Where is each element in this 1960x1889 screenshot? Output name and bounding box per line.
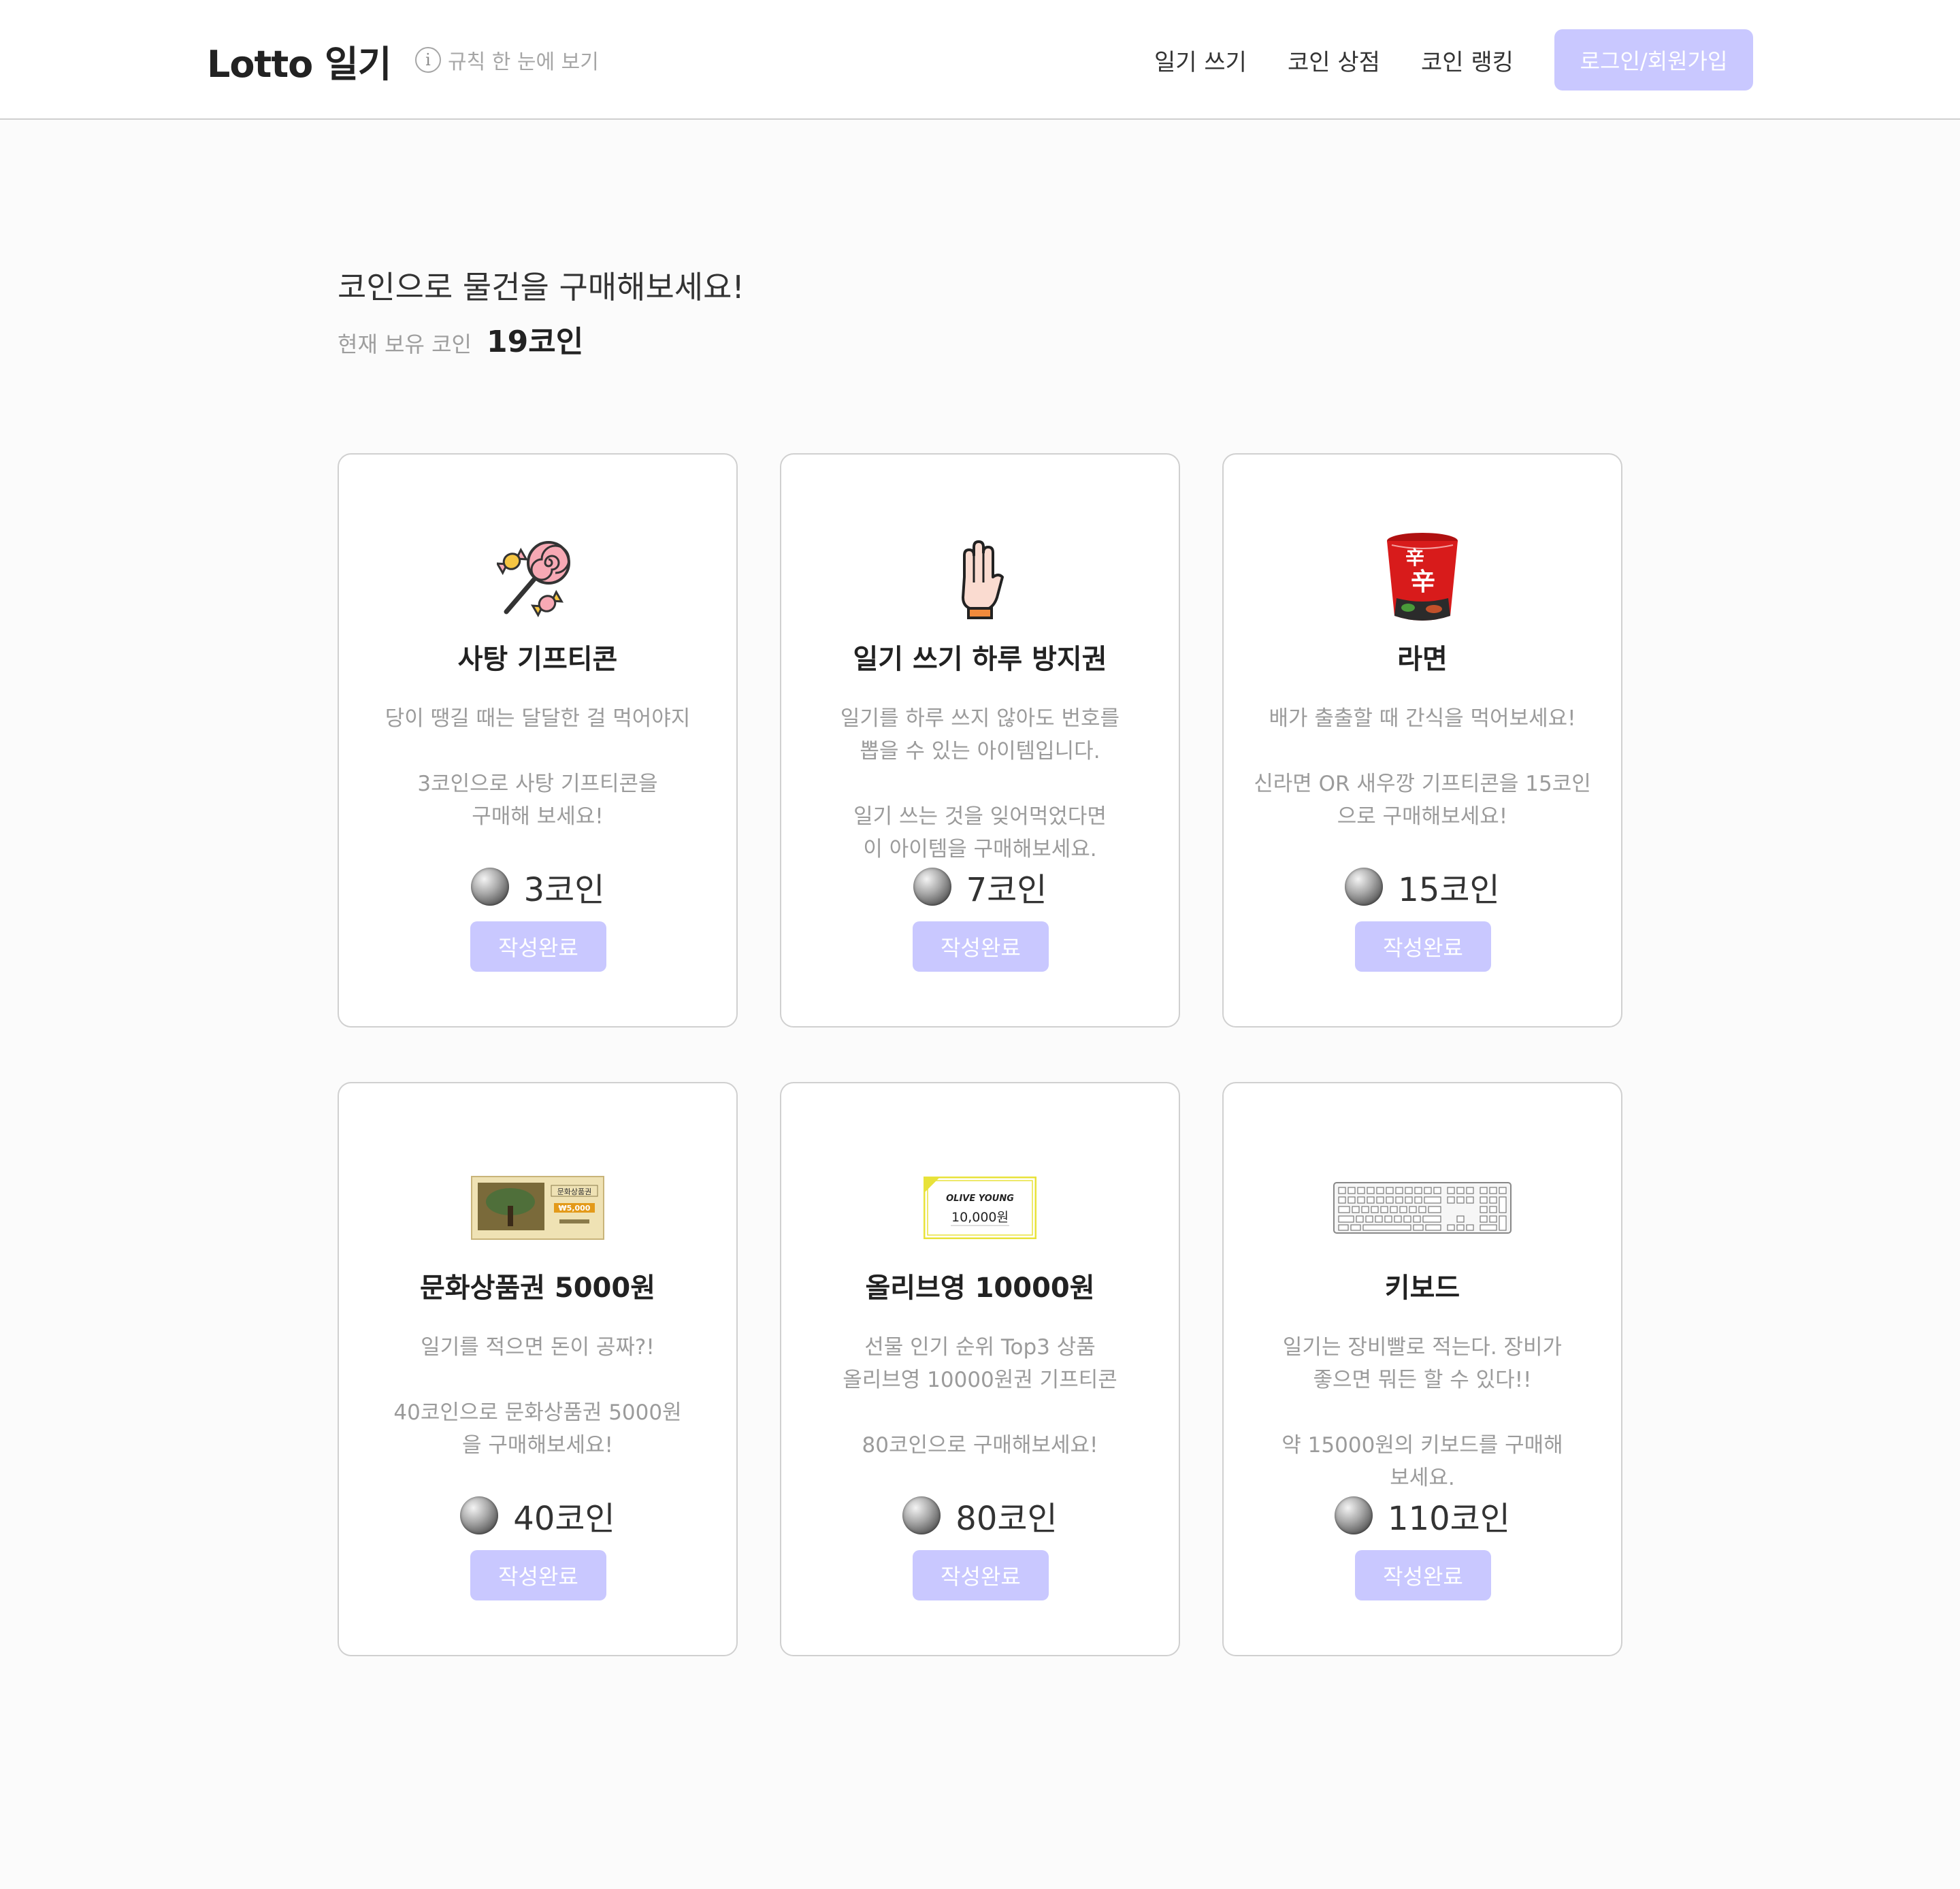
buy-button[interactable]: 작성완료: [470, 921, 606, 972]
coin-balance-value: 19코인: [486, 325, 584, 359]
buy-button[interactable]: 작성완료: [470, 1550, 606, 1600]
product-price-value: 3코인: [523, 871, 605, 909]
coin-icon: [902, 1496, 941, 1534]
page-title: 코인으로 물건을 구매해보세요!: [338, 269, 745, 306]
coin-balance: 현재 보유 코인 19코인: [338, 317, 583, 361]
product-price: 40코인: [339, 1492, 736, 1539]
coin-balance-label: 현재 보유 코인: [338, 331, 472, 357]
product-card: OLIVE YOUNG 10,000원 올리브영 10000원 선물 인기 순위…: [780, 1082, 1180, 1656]
svg-text:문화상품권: 문화상품권: [557, 1187, 592, 1196]
product-card: 辛 辛 라면 배가 출출할 때 간식을 먹어보세요! 신라면 OR 새우깡 기프…: [1222, 453, 1622, 1028]
product-description: 당이 땡길 때는 달달한 걸 먹어야지 3코인으로 사탕 기프티콘을 구매해 보…: [385, 706, 691, 829]
coin-icon: [913, 868, 951, 906]
svg-text:辛: 辛: [1405, 546, 1424, 569]
product-name: 라면: [1397, 644, 1448, 675]
product-price: 80코인: [781, 1492, 1179, 1539]
product-card: 키보드 일기는 장비빨로 적는다. 장비가 좋으면 뭐든 할 수 있다!! 약 …: [1222, 1082, 1622, 1656]
buy-button[interactable]: 작성완료: [913, 921, 1049, 972]
keyboard-icon: [1224, 1157, 1621, 1259]
product-price-value: 80코인: [956, 1500, 1058, 1538]
rules-link-label: 규칙 한 눈에 보기: [448, 50, 599, 74]
product-price: 15코인: [1224, 863, 1621, 910]
nav-write-diary[interactable]: 일기 쓰기: [1154, 44, 1247, 77]
product-name: 일기 쓰기 하루 방지권: [853, 644, 1107, 675]
product-price-value: 110코인: [1388, 1500, 1510, 1538]
gift-voucher-icon: 문화상품권 ₩5,000: [339, 1157, 736, 1259]
buy-button[interactable]: 작성완료: [913, 1550, 1049, 1600]
product-price: 7코인: [781, 863, 1179, 910]
product-price-value: 7코인: [966, 871, 1047, 909]
product-description: 일기를 하루 쓰지 않아도 번호를 뽑을 수 있는 아이템입니다. 일기 쓰는 …: [840, 706, 1120, 861]
app-logo[interactable]: Lotto 일기: [207, 34, 391, 88]
top-header: Lotto 일기 i 규칙 한 눈에 보기 일기 쓰기 코인 상점 코인 랭킹 …: [0, 0, 1960, 120]
nav-coin-ranking[interactable]: 코인 랭킹: [1421, 44, 1514, 77]
nav-coin-shop[interactable]: 코인 상점: [1288, 44, 1380, 77]
candy-icon: [339, 528, 736, 630]
ramen-cup-icon: 辛 辛: [1224, 528, 1621, 630]
product-name: 키보드: [1384, 1272, 1460, 1304]
product-price: 3코인: [339, 863, 736, 910]
svg-text:辛: 辛: [1411, 568, 1435, 596]
coin-icon: [1345, 868, 1384, 906]
product-description: 일기는 장비빨로 적는다. 장비가 좋으면 뭐든 할 수 있다!! 약 1500…: [1281, 1335, 1563, 1490]
coin-icon: [470, 868, 509, 906]
product-description: 일기를 적으면 돈이 공짜?! 40코인으로 문화상품권 5000원 을 구매해…: [393, 1335, 682, 1458]
svg-text:10,000원: 10,000원: [951, 1210, 1009, 1225]
product-card: 사탕 기프티콘 당이 땡길 때는 달달한 걸 먹어야지 3코인으로 사탕 기프티…: [338, 453, 738, 1028]
product-description: 선물 인기 순위 Top3 상품 올리브영 10000원권 기프티콘 80코인으…: [843, 1335, 1117, 1458]
product-name: 올리브영 10000원: [865, 1272, 1095, 1304]
info-icon: i: [415, 47, 441, 73]
product-name: 문화상품권 5000원: [419, 1272, 656, 1304]
hand-icon: [781, 528, 1179, 630]
svg-text:₩5,000: ₩5,000: [559, 1204, 591, 1213]
product-price-value: 40코인: [513, 1500, 615, 1538]
product-card: 일기 쓰기 하루 방지권 일기를 하루 쓰지 않아도 번호를 뽑을 수 있는 아…: [780, 453, 1180, 1028]
product-price-value: 15코인: [1398, 871, 1500, 909]
buy-button[interactable]: 작성완료: [1355, 1550, 1491, 1600]
product-description: 배가 출출할 때 간식을 먹어보세요! 신라면 OR 새우깡 기프티콘을 15코…: [1254, 706, 1591, 829]
product-name: 사탕 기프티콘: [457, 644, 618, 675]
login-signup-button[interactable]: 로그인/회원가입: [1554, 29, 1753, 91]
buy-button[interactable]: 작성완료: [1355, 921, 1491, 972]
coin-icon: [1335, 1496, 1373, 1534]
coin-icon: [460, 1496, 499, 1534]
product-price: 110코인: [1224, 1492, 1621, 1539]
svg-text:OLIVE YOUNG: OLIVE YOUNG: [946, 1194, 1014, 1204]
rules-link[interactable]: i 규칙 한 눈에 보기: [415, 45, 599, 75]
oliveyoung-voucher-icon: OLIVE YOUNG 10,000원: [781, 1157, 1179, 1259]
product-card: 문화상품권 ₩5,000 문화상품권 5000원 일기를 적으면 돈이 공짜?!…: [338, 1082, 738, 1656]
